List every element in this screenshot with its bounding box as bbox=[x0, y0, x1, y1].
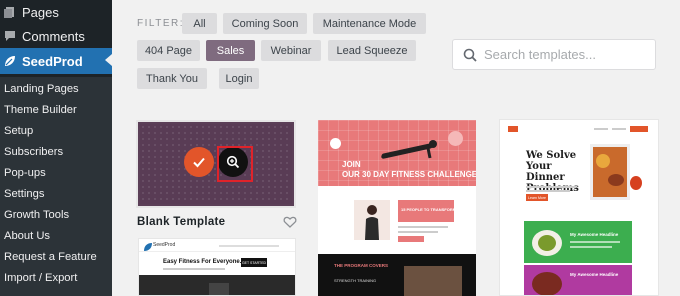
filter-chip-404-page[interactable]: 404 Page bbox=[137, 40, 200, 61]
nav-placeholder bbox=[219, 245, 279, 247]
fitness-footer-image bbox=[404, 266, 462, 296]
dinner-cta: Learn More bbox=[526, 194, 548, 201]
filter-chip-login[interactable]: Login bbox=[219, 68, 259, 89]
heart-icon[interactable] bbox=[283, 215, 297, 229]
preview-button-highlight bbox=[217, 146, 253, 182]
comments-icon bbox=[5, 31, 15, 41]
seedprod-logo-icon bbox=[144, 243, 152, 251]
text-line bbox=[398, 231, 438, 233]
fitness-footer-sub: STRENGTH TRAINING bbox=[334, 278, 377, 283]
dinner-food-image bbox=[590, 144, 630, 200]
filter-label: FILTER: bbox=[137, 18, 184, 29]
sidebar-item-seedprod[interactable]: SeedProd bbox=[0, 48, 112, 74]
checkmark-icon bbox=[193, 157, 205, 168]
dinner-section-1-title: My Awesome Headline bbox=[570, 232, 619, 237]
seedprod-submenu: Landing Pages Theme Builder Setup Subscr… bbox=[0, 77, 112, 296]
pushup-figure bbox=[380, 140, 437, 160]
submenu-landing-pages[interactable]: Landing Pages bbox=[4, 83, 79, 95]
template-card-blank[interactable] bbox=[136, 120, 296, 208]
sidebar-item-label: Pages bbox=[22, 4, 59, 20]
food-detail bbox=[538, 235, 556, 251]
pages-icon bbox=[4, 7, 14, 18]
nav-button bbox=[630, 126, 648, 132]
text-line bbox=[526, 190, 570, 192]
filter-chip-sales[interactable]: Sales bbox=[206, 40, 255, 61]
food-detail bbox=[596, 154, 610, 168]
submenu-import-export[interactable]: Import / Export bbox=[4, 272, 77, 284]
search-icon bbox=[463, 48, 477, 62]
submenu-settings[interactable]: Settings bbox=[4, 188, 44, 200]
food-plate bbox=[532, 272, 562, 295]
template-card-fitness-challenge[interactable]: JOIN OUR 30 DAY FITNESS CHALLENGE 15 PEO… bbox=[318, 120, 476, 296]
text-line bbox=[570, 241, 620, 243]
card-headline: Easy Fitness For Everyone. bbox=[163, 259, 242, 265]
select-template-button[interactable] bbox=[184, 147, 214, 177]
sidebar-item-comments[interactable]: Comments bbox=[0, 24, 112, 48]
filter-chip-all[interactable]: All bbox=[182, 13, 217, 34]
decor-circle bbox=[330, 138, 341, 149]
food-detail bbox=[608, 174, 624, 186]
submenu-about-us[interactable]: About Us bbox=[4, 230, 50, 242]
fitness-headline-1: JOIN bbox=[342, 160, 361, 169]
template-title: Blank Template bbox=[137, 216, 226, 228]
filter-chip-webinar[interactable]: Webinar bbox=[261, 40, 321, 61]
dinner-section-2-title: My Awesome Headline bbox=[570, 272, 619, 277]
food-detail bbox=[630, 176, 642, 190]
submenu-setup[interactable]: Setup bbox=[4, 125, 33, 137]
decor-circle bbox=[448, 131, 463, 146]
filter-chip-maintenance-mode[interactable]: Maintenance Mode bbox=[313, 13, 426, 34]
search-box bbox=[452, 39, 656, 70]
divider bbox=[139, 251, 295, 252]
filter-chip-lead-squeeze[interactable]: Lead Squeeze bbox=[328, 40, 416, 61]
submenu-growth-tools[interactable]: Growth Tools bbox=[4, 209, 69, 221]
filter-chip-thank-you[interactable]: Thank You bbox=[137, 68, 207, 89]
card-hero-figure bbox=[209, 283, 229, 295]
nav-placeholder bbox=[612, 128, 626, 130]
template-card-easy-fitness[interactable]: SeedProd Easy Fitness For Everyone. GET … bbox=[138, 238, 296, 296]
template-card-dinner[interactable]: We Solve Your Dinner Problems Learn More… bbox=[499, 119, 659, 296]
fitness-headline-2: OUR 30 DAY FITNESS CHALLENGE bbox=[342, 170, 476, 179]
nav-placeholder bbox=[594, 128, 608, 130]
text-line bbox=[163, 268, 225, 270]
text-line bbox=[398, 226, 448, 228]
fitness-person bbox=[365, 205, 379, 240]
seedprod-leaf-icon bbox=[5, 56, 15, 66]
submenu-pop-ups[interactable]: Pop-ups bbox=[4, 167, 46, 179]
card-cta-button: GET STARTED bbox=[241, 258, 267, 267]
submenu-theme-builder[interactable]: Theme Builder bbox=[4, 104, 77, 116]
card-logo-text: SeedProd bbox=[153, 242, 176, 248]
admin-sidebar: Pages Comments SeedProd Landing Pages Th… bbox=[0, 0, 112, 296]
filter-chip-coming-soon[interactable]: Coming Soon bbox=[223, 13, 307, 34]
blank-template-preview bbox=[140, 124, 292, 204]
fitness-promo-text: 15 PEOPLE TO TRANSFORM bbox=[401, 207, 457, 212]
fitness-button bbox=[398, 236, 424, 242]
search-input[interactable] bbox=[484, 47, 644, 62]
dinner-logo-icon bbox=[508, 126, 518, 132]
submenu-request-feature[interactable]: Request a Feature bbox=[4, 251, 97, 263]
sidebar-item-label: Comments bbox=[22, 28, 85, 44]
text-line bbox=[526, 186, 576, 188]
text-line bbox=[570, 246, 612, 248]
sidebar-item-pages[interactable]: Pages bbox=[0, 0, 112, 24]
sidebar-item-label: SeedProd bbox=[22, 53, 83, 69]
spacer bbox=[318, 186, 476, 198]
submenu-subscribers[interactable]: Subscribers bbox=[4, 146, 63, 158]
fitness-footer-title: THE PROGRAM COVERS bbox=[334, 263, 389, 268]
